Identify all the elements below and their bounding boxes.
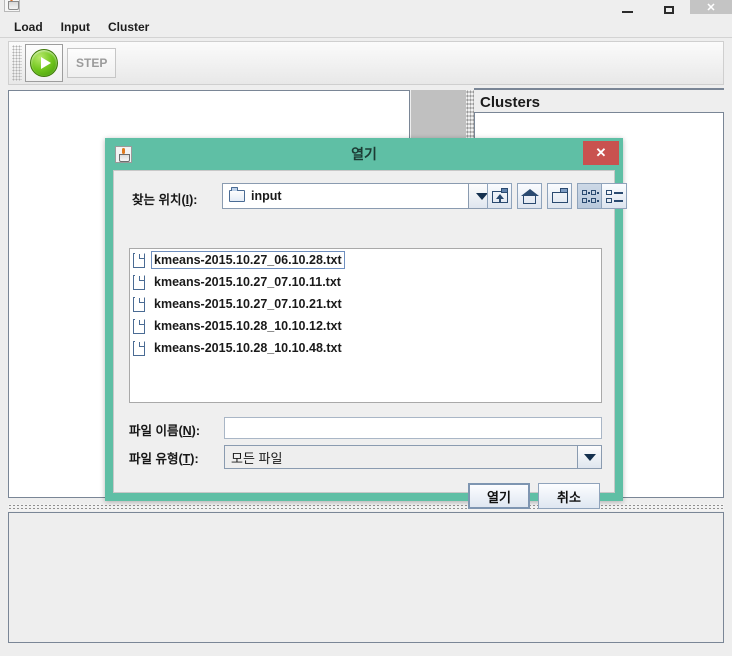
window-controls: ✕	[606, 0, 732, 14]
dialog-actions: 열기 취소	[460, 483, 600, 509]
toolbar-drag-handle[interactable]	[12, 45, 22, 81]
cancel-button[interactable]: 취소	[538, 483, 600, 509]
file-name: kmeans-2015.10.28_10.10.12.txt	[154, 319, 342, 333]
window-titlebar: ✕	[0, 0, 732, 16]
file-type-row: 파일 유형(T): 모든 파일	[129, 445, 602, 469]
file-type-combo-arrow[interactable]	[577, 446, 601, 468]
chevron-down-icon	[583, 453, 596, 461]
window-maximize-button[interactable]	[648, 0, 690, 14]
dialog-title: 열기	[351, 146, 377, 162]
list-item[interactable]: kmeans-2015.10.27_07.10.21.txt	[130, 293, 601, 315]
list-item[interactable]: kmeans-2015.10.28_10.10.48.txt	[130, 337, 601, 359]
dialog-nav-buttons	[482, 183, 627, 209]
file-list[interactable]: kmeans-2015.10.27_06.10.28.txt kmeans-20…	[129, 248, 602, 403]
open-button[interactable]: 열기	[468, 483, 530, 509]
file-type-combo[interactable]: 모든 파일	[224, 445, 602, 469]
menubar: Load Input Cluster	[0, 16, 732, 38]
window-minimize-button[interactable]	[606, 0, 648, 14]
file-name-row: 파일 이름(N):	[129, 417, 602, 439]
menu-item-input[interactable]: Input	[53, 18, 98, 36]
close-icon: ✕	[595, 145, 607, 160]
play-icon	[30, 49, 58, 77]
clusters-panel-header: Clusters	[474, 88, 724, 112]
window-close-button[interactable]: ✕	[690, 0, 732, 14]
dialog-close-button[interactable]: ✕	[583, 141, 619, 165]
run-button[interactable]	[25, 44, 63, 82]
home-button[interactable]	[517, 183, 542, 209]
menu-item-load[interactable]: Load	[6, 18, 51, 36]
clusters-panel-title: Clusters	[480, 94, 541, 111]
file-name-label: 파일 이름(N):	[129, 424, 200, 438]
list-item[interactable]: kmeans-2015.10.27_07.10.11.txt	[130, 271, 601, 293]
up-one-level-button[interactable]	[487, 183, 512, 209]
bottom-split-handle[interactable]	[8, 504, 724, 511]
look-in-value: input	[251, 189, 282, 203]
file-name-input[interactable]	[224, 417, 602, 439]
menu-item-cluster[interactable]: Cluster	[100, 18, 157, 36]
app-icon	[4, 0, 20, 12]
folder-icon	[229, 187, 245, 202]
list-item[interactable]: kmeans-2015.10.28_10.10.12.txt	[130, 315, 601, 337]
list-item[interactable]: kmeans-2015.10.27_06.10.28.txt	[130, 249, 601, 271]
file-type-value: 모든 파일	[231, 450, 283, 466]
file-name: kmeans-2015.10.27_07.10.11.txt	[154, 275, 341, 289]
text-file-icon	[133, 274, 145, 290]
file-name: kmeans-2015.10.27_06.10.28.txt	[151, 251, 345, 269]
file-name: kmeans-2015.10.27_07.10.21.txt	[154, 297, 342, 311]
text-file-icon	[133, 296, 145, 312]
dialog-titlebar: 열기 ✕	[105, 138, 623, 170]
look-in-row: 찾는 위치(I): input	[122, 183, 627, 211]
open-file-dialog: 열기 ✕ 찾는 위치(I): input kmeans-2015.10.27_0…	[105, 138, 627, 509]
file-type-label: 파일 유형(T):	[129, 452, 199, 466]
create-new-folder-button[interactable]	[547, 183, 572, 209]
toolbar: STEP	[8, 41, 724, 85]
text-file-icon	[133, 318, 145, 334]
file-name: kmeans-2015.10.28_10.10.48.txt	[154, 341, 342, 355]
close-icon: ✕	[706, 2, 716, 14]
console-panel[interactable]	[8, 512, 724, 643]
details-view-button[interactable]	[602, 183, 627, 209]
step-button[interactable]: STEP	[67, 48, 117, 78]
app-root: ✕ Load Input Cluster STEP Clusters 열기 ✕ …	[0, 0, 732, 656]
look-in-combo[interactable]: input	[222, 183, 469, 209]
tile-view-button[interactable]	[577, 183, 602, 209]
text-file-icon	[133, 252, 145, 268]
dialog-body: 찾는 위치(I): input kmeans-2015.10.27_06.10.…	[113, 170, 627, 509]
look-in-label: 찾는 위치(I):	[132, 193, 198, 207]
text-file-icon	[133, 340, 145, 356]
